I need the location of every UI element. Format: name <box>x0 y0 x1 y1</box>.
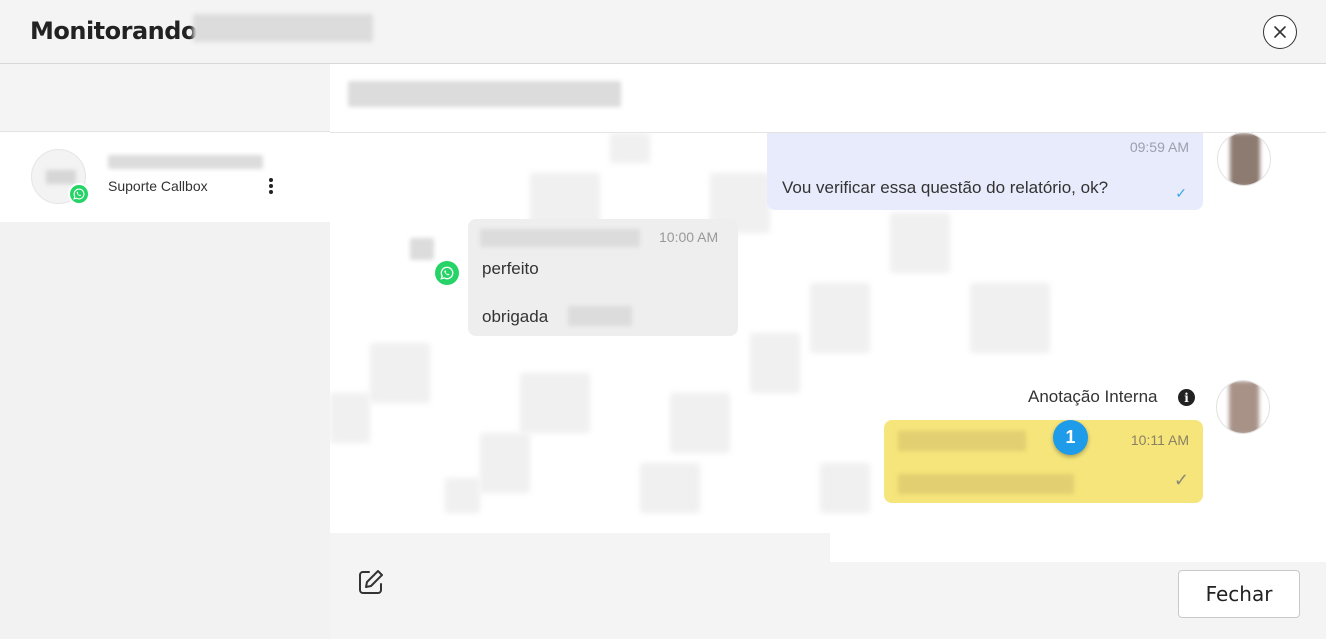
message-list[interactable]: 09:59 AM Vou verificar essa questão do r… <box>330 133 1326 533</box>
modal-footer: Fechar <box>330 533 1326 639</box>
sender-avatar-redacted <box>410 238 434 260</box>
note-author-redacted <box>898 431 1026 451</box>
background-pattern <box>330 393 370 443</box>
background-pattern <box>890 213 950 273</box>
background-pattern <box>445 478 480 513</box>
info-icon[interactable]: i <box>1178 389 1195 406</box>
background-pattern <box>820 463 870 513</box>
message-time: 09:59 AM <box>1129 139 1189 155</box>
close-modal-button[interactable]: Fechar <box>1178 570 1300 618</box>
background-pattern <box>670 393 730 453</box>
background-pattern <box>810 283 870 353</box>
edit-icon[interactable] <box>356 567 388 599</box>
message-text-redacted <box>568 306 632 326</box>
outgoing-message[interactable]: 09:59 AM Vou verificar essa questão do r… <box>767 133 1203 210</box>
internal-note-message[interactable]: 10:11 AM ✓ <box>884 420 1203 503</box>
background-pattern <box>610 133 650 163</box>
chat-contact-name-redacted <box>348 81 621 107</box>
sender-name-redacted <box>480 229 640 247</box>
contact-team-label: Suporte Callbox <box>108 178 208 194</box>
sidebar-header <box>0 64 330 132</box>
background-pattern <box>480 433 530 493</box>
close-icon <box>1274 26 1286 38</box>
message-time: 10:00 AM <box>659 229 719 245</box>
background-pattern <box>640 463 700 513</box>
monitoring-modal: Monitorando Suporte Callbox 09:59 AM Vou… <box>0 0 1326 639</box>
note-text-redacted <box>898 474 1074 494</box>
modal-title: Monitorando <box>30 17 197 45</box>
agent-avatar <box>1217 133 1271 186</box>
conversation-list-item[interactable]: Suporte Callbox <box>0 132 330 222</box>
background-pattern <box>750 333 800 393</box>
agent-avatar <box>1216 380 1270 434</box>
internal-note-label: Anotação Interna <box>1028 387 1158 406</box>
close-button[interactable] <box>1263 15 1297 49</box>
kebab-menu-icon[interactable] <box>262 175 280 197</box>
message-text: Vou verificar essa questão do relatório,… <box>782 178 1109 197</box>
message-text: obrigada <box>482 307 549 326</box>
contact-name-redacted <box>108 155 263 169</box>
message-time: 10:11 AM <box>1130 432 1189 448</box>
background-pattern <box>970 283 1050 353</box>
whatsapp-icon <box>68 183 90 205</box>
note-count-badge: 1 <box>1053 420 1088 455</box>
check-icon: ✓ <box>1173 470 1189 490</box>
double-check-icon: ✓ <box>1175 185 1187 201</box>
background-pattern <box>520 373 590 433</box>
modal-header: Monitorando <box>0 0 1326 64</box>
chat-header <box>330 64 1326 133</box>
whatsapp-icon <box>435 261 459 285</box>
background-pattern <box>370 343 430 403</box>
message-text: perfeito <box>482 259 539 278</box>
incoming-message[interactable]: 10:00 AM perfeito obrigada <box>468 219 738 336</box>
footer-separator <box>830 533 1326 562</box>
monitored-agent-name-redacted <box>193 14 373 42</box>
conversation-sidebar: Suporte Callbox <box>0 64 330 639</box>
